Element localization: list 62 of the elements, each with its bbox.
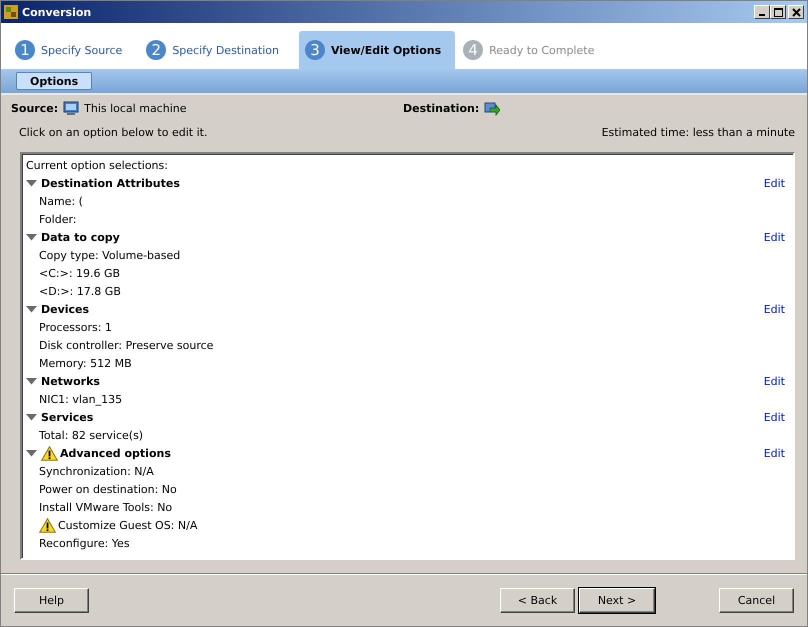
option-value: Install VMware Tools: No <box>39 500 172 514</box>
option-value: Name: ( <box>39 194 83 208</box>
option-value: Power on destination: No <box>39 482 177 496</box>
source-value: This local machine <box>84 102 186 114</box>
option-value: Reconfigure: Yes <box>39 536 130 550</box>
option-value: Processors: 1 <box>39 320 112 334</box>
wizard-step-tab[interactable]: 1 Specify Source <box>11 31 138 69</box>
maximize-button[interactable] <box>770 5 786 19</box>
computer-icon <box>63 100 80 116</box>
expand-arrow-icon[interactable] <box>26 179 37 187</box>
section-title: Services <box>41 410 94 424</box>
edit-link[interactable]: Edit <box>764 446 785 460</box>
option-value: Folder: <box>39 212 77 226</box>
wizard-step-tab[interactable]: 2 Specify Destination <box>142 31 295 69</box>
option-value: Disk controller: Preserve source <box>39 338 214 352</box>
edit-link[interactable]: Edit <box>764 230 785 244</box>
estimated-time-label: Estimated time: <box>602 126 690 139</box>
edit-link[interactable]: Edit <box>764 374 785 388</box>
option-value: Synchronization: N/A <box>39 464 154 478</box>
section-title: Networks <box>41 374 100 388</box>
edit-link[interactable]: Edit <box>764 176 785 190</box>
option-value: Customize Guest OS: N/A <box>58 518 198 532</box>
expand-arrow-icon[interactable] <box>26 413 37 421</box>
close-icon <box>792 8 800 16</box>
section-title: Devices <box>41 302 90 316</box>
destination-label: Destination: <box>403 102 480 114</box>
conversion-icon <box>484 100 500 116</box>
edit-link[interactable]: Edit <box>764 302 785 316</box>
option-value: <C:>: 19.6 GB <box>39 266 120 280</box>
window-title: Conversion <box>22 6 92 18</box>
step-number-badge: 3 <box>304 40 325 60</box>
options-heading: Current option selections: <box>26 158 169 174</box>
close-button[interactable] <box>788 5 804 19</box>
source-label: Source: <box>11 102 58 114</box>
maximize-icon <box>774 8 782 16</box>
expand-arrow-icon[interactable] <box>26 449 37 457</box>
expand-arrow-icon[interactable] <box>26 233 37 241</box>
help-button[interactable]: Help <box>14 588 89 612</box>
wizard-button[interactable]: Next > <box>579 588 655 612</box>
app-icon <box>4 5 18 19</box>
step-number-badge: 2 <box>146 40 166 60</box>
wizard-button[interactable]: Cancel <box>719 588 794 612</box>
step-number-badge: 1 <box>15 40 35 60</box>
wizard-step-tab[interactable]: 3 View/Edit Options <box>298 31 456 69</box>
option-value: Memory: 512 MB <box>39 356 132 370</box>
estimated-time-value: less than a minute <box>692 126 795 139</box>
option-value: Total: 82 service(s) <box>39 428 144 442</box>
option-value: NIC1: vlan_135 <box>39 392 122 406</box>
minimize-icon <box>759 14 765 16</box>
option-value: <D:>: 17.8 GB <box>39 284 121 298</box>
options-tab[interactable]: Options <box>16 72 92 90</box>
section-title: Advanced options <box>60 446 171 460</box>
expand-arrow-icon[interactable] <box>26 377 37 385</box>
section-title: Data to copy <box>41 230 120 244</box>
edit-link[interactable]: Edit <box>764 410 785 424</box>
instruction-text: Click on an option below to edit it. <box>19 126 208 141</box>
expand-arrow-icon[interactable] <box>26 305 37 313</box>
step-number-badge: 4 <box>463 40 484 60</box>
minimize-button[interactable] <box>754 5 770 19</box>
section-title: Destination Attributes <box>41 176 180 190</box>
option-value: Copy type: Volume-based <box>39 248 180 262</box>
wizard-button[interactable]: < Back <box>500 588 575 612</box>
